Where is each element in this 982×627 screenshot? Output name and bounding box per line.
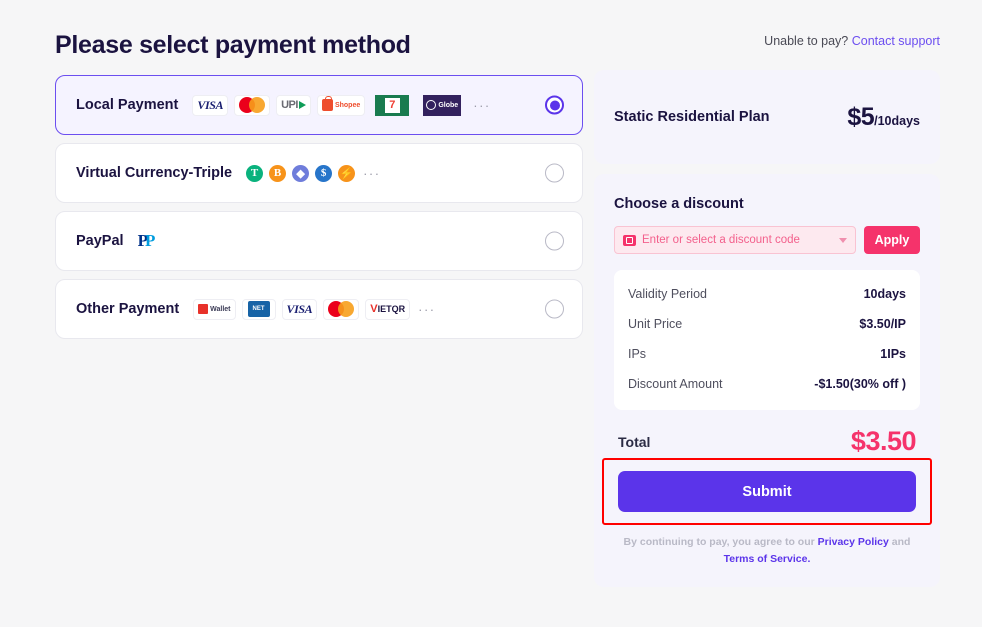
page-header: Please select payment method Unable to p… [55,24,940,66]
order-detail-key: Unit Price [628,317,683,331]
total-value: $3.50 [850,426,917,456]
total-row: Total $3.50 [614,410,920,471]
radio-local-payment[interactable] [545,95,564,115]
globe-icon: Globe [419,94,465,116]
payment-method-list: Local Payment VISA UPI Shopee 7 Globe ··… [55,75,583,347]
radio-other-payment[interactable] [545,299,564,319]
payment-option-label: PayPal [76,233,124,249]
wallet-icon: Wallet [193,298,236,320]
chevron-down-icon[interactable] [839,237,847,243]
checkout-page: Please select payment method Unable to p… [0,0,982,627]
contact-support-link[interactable]: Contact support [852,34,940,48]
shopee-icon: Shopee [316,94,366,116]
plan-card: Static Residential Plan $5/10days [594,70,940,164]
order-detail-key: IPs [628,347,647,361]
payment-option-other-payment[interactable]: Other Payment Wallet NET VISA V IETQR ··· [55,279,583,339]
discount-row: Enter or select a discount code Apply [614,226,920,254]
terms-conjunction: and [891,536,911,548]
order-detail-value: 10days [863,287,906,301]
radio-paypal[interactable] [545,231,564,251]
visa-icon: VISA [281,298,318,320]
payment-option-label: Virtual Currency-Triple [76,165,233,181]
terms-of-service-link[interactable]: Terms of Service. [724,553,811,565]
brand-strip: Wallet NET VISA V IETQR ··· [193,298,436,320]
paypal-icon: PP [137,231,156,250]
plan-name: Static Residential Plan [614,109,770,125]
order-detail-value: 1IPs [880,347,906,361]
brand-strip: VISA UPI Shopee 7 Globe ··· [192,94,491,116]
order-card: Choose a discount Enter or select a disc… [594,174,940,587]
order-detail-list: Validity Period 10days Unit Price $3.50/… [614,270,920,410]
discount-section-title: Choose a discount [614,196,744,212]
support-prefix: Unable to pay? [764,34,849,48]
payment-option-label: Other Payment [76,301,180,317]
ethereum-icon: ◆ [292,164,310,182]
order-summary-panel: Static Residential Plan $5/10days Choose… [594,70,940,587]
total-label: Total [618,433,651,450]
ticket-icon [623,234,636,246]
plan-price: $5/10days [847,103,920,132]
payment-option-local-payment[interactable]: Local Payment VISA UPI Shopee 7 Globe ··… [55,75,583,135]
tether-icon: T [246,164,264,182]
mastercard-icon [323,298,360,320]
payment-option-label: Local Payment [76,97,179,113]
terms-text: By continuing to pay, you agree to our P… [614,534,920,571]
visa-icon: VISA [192,94,229,116]
mastercard-icon [234,94,271,116]
payment-option-paypal[interactable]: PayPal PP [55,211,583,271]
order-detail-key: Validity Period [628,287,707,301]
order-detail-value: $3.50/IP [859,317,906,331]
more-brands-ellipsis: ··· [473,97,491,113]
privacy-policy-link[interactable]: Privacy Policy [818,536,889,548]
order-detail-row: Discount Amount -$1.50(30% off ) [628,372,906,402]
plan-price-amount: $5 [847,102,875,131]
support-line: Unable to pay? Contact support [764,34,940,48]
order-detail-row: Unit Price $3.50/IP [628,312,906,342]
seven-eleven-icon: 7 [371,94,413,116]
order-detail-row: Validity Period 10days [628,282,906,312]
discount-input-placeholder: Enter or select a discount code [642,234,800,246]
terms-prefix: By continuing to pay, you agree to our [623,536,815,548]
netbank-icon: NET [241,298,276,320]
brand-strip: PP [137,231,156,251]
usdc-icon: $ [315,164,333,182]
more-brands-ellipsis: ··· [363,165,381,181]
more-brands-ellipsis: ··· [418,301,436,317]
radio-virtual-currency[interactable] [545,163,564,183]
order-detail-value: -$1.50(30% off ) [814,377,906,391]
bnb-icon: ⚡ [338,164,356,182]
discount-code-input[interactable]: Enter or select a discount code [614,226,856,254]
order-detail-key: Discount Amount [628,377,723,391]
brand-strip: T B ◆ $ ⚡ ··· [246,164,381,182]
bitcoin-icon: B [269,164,287,182]
apply-discount-button[interactable]: Apply [864,226,920,254]
vietqr-icon: V IETQR [365,298,411,320]
plan-price-period: /10days [874,113,920,128]
order-detail-row: IPs 1IPs [628,342,906,372]
payment-option-virtual-currency[interactable]: Virtual Currency-Triple T B ◆ $ ⚡ ··· [55,143,583,203]
submit-area: Submit [602,458,932,525]
submit-button[interactable]: Submit [618,471,916,512]
upi-icon: UPI [276,94,311,116]
